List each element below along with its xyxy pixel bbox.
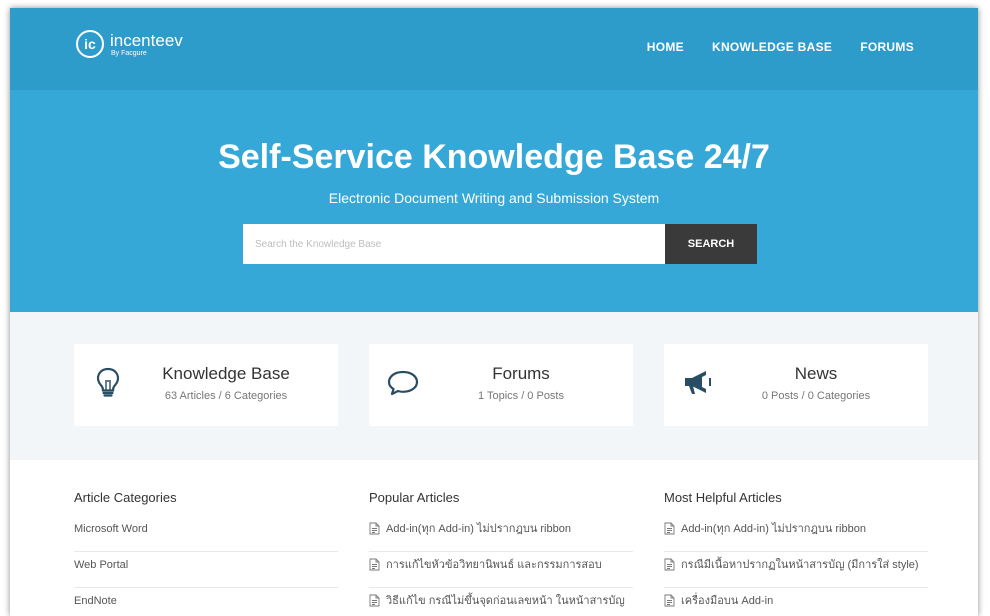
section-heading: Popular Articles [369,490,460,505]
search-bar: SEARCH [243,224,757,264]
hero-subtitle: Electronic Document Writing and Submissi… [328,190,660,206]
section-heading: Most Helpful Articles [664,490,782,505]
category-item[interactable]: Microsoft Word [74,519,338,552]
article-item[interactable]: เครื่องมือบน Add-in [664,591,928,616]
search-button[interactable]: SEARCH [665,224,757,264]
hero-section: Self-Service Knowledge Base 24/7 Electro… [10,90,978,312]
article-title: วิธีแก้ไข กรณีไม่ขึ้นจุดก่อนเลขหน้า ในหน… [386,595,625,607]
article-title: Add-in(ทุก Add-in) ไม่ปรากฎบน ribbon [386,523,571,535]
card-knowledge-base[interactable]: Knowledge Base 63 Articles / 6 Categorie… [74,344,338,426]
category-item[interactable]: EndNote [74,591,338,616]
article-title: เครื่องมือบน Add-in [681,595,774,607]
nav-knowledge-base[interactable]: KNOWLEDGE BASE [712,40,832,54]
article-title: Add-in(ทุก Add-in) ไม่ปรากฎบน ribbon [681,523,866,535]
logo-byline: By Facgure [111,49,147,57]
card-news[interactable]: News 0 Posts / 0 Categories [664,344,928,426]
document-icon [369,558,380,571]
search-input[interactable] [243,224,665,264]
card-title: Knowledge Base [162,364,290,383]
category-item[interactable]: Web Portal [74,555,338,588]
page-content: ic incenteev By Facgure HOME KNOWLEDGE B… [10,8,978,616]
document-icon [369,594,380,607]
main-nav: HOME KNOWLEDGE BASE FORUMS [619,40,914,54]
article-item[interactable]: วิธีแก้ไข กรณีไม่ขึ้นจุดก่อนเลขหน้า ในหน… [369,591,633,616]
logo-name: incenteev [110,30,183,50]
article-title: การแก้ไขหัวข้อวิทยานิพนธ์ และกรรมการสอบ [386,559,602,571]
site-header: ic incenteev By Facgure HOME KNOWLEDGE B… [10,8,978,90]
document-icon [664,558,675,571]
document-icon [664,522,675,535]
card-meta: 63 Articles / 6 Categories [164,390,288,402]
card-meta: 0 Posts / 0 Categories [761,390,871,402]
article-item[interactable]: Add-in(ทุก Add-in) ไม่ปรากฎบน ribbon [369,519,633,552]
card-forums[interactable]: Forums 1 Topics / 0 Posts [369,344,633,426]
hero-title: Self-Service Knowledge Base 24/7 [218,138,770,176]
article-title: กรณีมีเนื้อหาปรากฏในหน้าสารบัญ (มีการใส่… [681,559,919,571]
document-icon [664,594,675,607]
card-title: Forums [492,364,550,383]
card-meta: 1 Topics / 0 Posts [477,390,564,402]
card-title: News [794,364,838,383]
article-item[interactable]: กรณีมีเนื้อหาปรากฏในหน้าสารบัญ (มีการใส่… [664,555,928,588]
article-categories: Article Categories Microsoft Word Web Po… [74,490,338,616]
browser-page: ic incenteev By Facgure HOME KNOWLEDGE B… [0,0,990,616]
popular-articles: Popular Articles Add-in(ทุก Add-in) ไม่ป… [369,490,633,616]
nav-forums[interactable]: FORUMS [860,40,914,54]
summary-cards: Knowledge Base 63 Articles / 6 Categorie… [10,312,978,462]
logo-mark: ic [76,30,104,58]
article-item[interactable]: การแก้ไขหัวข้อวิทยานิพนธ์ และกรรมการสอบ [369,555,633,588]
site-logo[interactable]: ic incenteev By Facgure [76,30,183,58]
most-helpful-articles: Most Helpful Articles Add-in(ทุก Add-in)… [664,490,928,616]
article-item[interactable]: Add-in(ทุก Add-in) ไม่ปรากฎบน ribbon [664,519,928,552]
section-heading: Article Categories [74,490,177,505]
article-lists: Article Categories Microsoft Word Web Po… [10,460,978,616]
document-icon [369,522,380,535]
nav-home[interactable]: HOME [647,40,684,54]
